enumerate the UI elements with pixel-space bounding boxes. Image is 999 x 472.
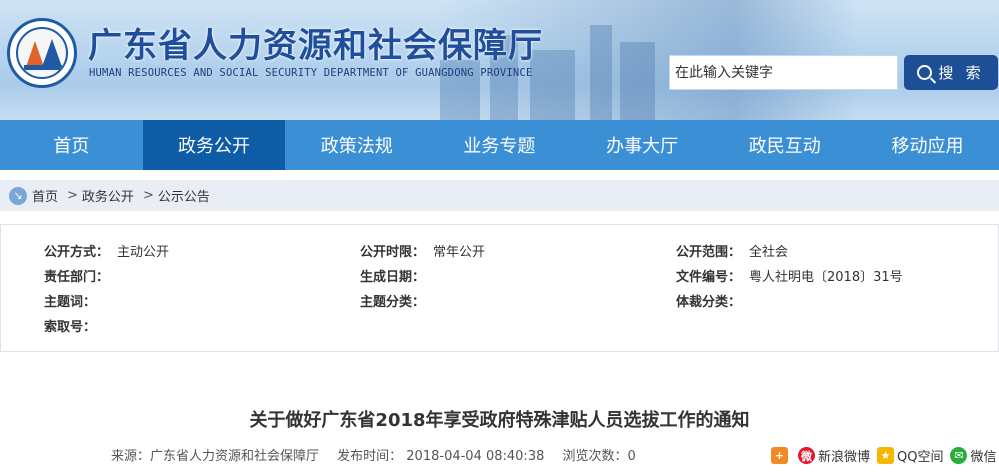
info-key: 生成日期： [360,270,426,285]
nav-item-mobile[interactable]: 移动应用 [856,120,999,170]
share-more-button[interactable]: + [771,447,791,464]
share-wechat-button[interactable]: ✉ 微信 [950,446,997,465]
nav-item-label: 政策法规 [320,136,393,157]
breadcrumb-home[interactable]: 首页 [32,186,58,205]
info-row: 索取号： [1,316,999,336]
info-field-index-number: 索取号： [44,316,104,335]
breadcrumb-separator: > [67,188,78,203]
info-value: 全社会 [749,245,789,260]
info-key: 主题分类： [360,295,426,310]
nav-item-label: 政民互动 [748,136,821,157]
nav-item-label: 办事大厅 [606,136,679,157]
info-field-disclosure-method: 公开方式： 主动公开 [44,241,169,260]
share-plus-icon: + [771,447,788,464]
site-subtitle: HUMAN RESOURCES AND SOCIAL SECURITY DEPA… [89,67,533,79]
logo-peak-blue [42,39,62,67]
info-field-disclosure-period: 公开时限： 常年公开 [360,241,485,260]
skyline-building [620,42,655,120]
article-meta: 来源：广东省人力资源和社会保障厅 发布时间： 2018-04-04 08:40:… [111,445,650,464]
info-value: 粤人社明电〔2018〕31号 [749,270,903,285]
info-key: 索取号： [44,320,97,335]
info-field-genre-category: 体裁分类： [676,291,749,310]
info-row: 责任部门： 生成日期： 文件编号： 粤人社明电〔2018〕31号 [1,266,999,286]
nav-item-interaction[interactable]: 政民互动 [713,120,856,170]
article-publish-time: 发布时间： 2018-04-04 08:40:38 [337,449,545,464]
info-key: 体裁分类： [676,295,742,310]
skyline-building [590,25,612,120]
article-title: 关于做好广东省2018年享受政府特殊津贴人员选拔工作的通知 [249,410,750,431]
search-input[interactable] [669,55,898,90]
info-field-creation-date: 生成日期： [360,266,433,285]
qzone-icon: ★ [877,447,895,464]
nav-item-topics[interactable]: 业务专题 [428,120,571,170]
share-weibo-button[interactable]: 微 新浪微博 [798,446,870,465]
logo-emblem [16,27,68,79]
nav-item-label: 首页 [53,136,90,157]
nav-item-label: 移动应用 [891,136,964,157]
info-key: 公开范围： [676,245,742,260]
weibo-icon: 微 [798,447,815,464]
share-label: 新浪微博 [818,450,871,465]
breadcrumb-separator: > [142,188,154,203]
nav-item-label: 业务专题 [463,136,536,157]
share-label: 微信 [970,450,997,465]
share-qzone-button[interactable]: ★ QQ空间 [877,446,943,465]
nav-item-policies[interactable]: 政策法规 [285,120,428,170]
wechat-icon: ✉ [950,447,968,464]
info-field-document-number: 文件编号： 粤人社明电〔2018〕31号 [676,266,903,285]
nav-item-service-hall[interactable]: 办事大厅 [571,120,714,170]
document-info-box: 公开方式： 主动公开 公开时限： 常年公开 公开范围： 全社会 责任部门： 生成日期：… [0,224,999,352]
info-row: 公开方式： 主动公开 公开时限： 常年公开 公开范围： 全社会 [1,241,999,261]
breadcrumb-gov-affairs[interactable]: 政务公开 [82,186,134,205]
department-logo[interactable] [7,18,77,88]
breadcrumb: ↘ 首页 > 政务公开 > 公示公告 [0,180,999,211]
info-value: 常年公开 [433,245,486,260]
info-row: 主题词： 主题分类： 体裁分类： [1,291,999,311]
info-key: 文件编号： [676,270,742,285]
search-button-label: 搜 索 [938,65,985,82]
nav-item-label: 政务公开 [178,136,251,157]
info-key: 主题词： [44,295,97,310]
article-source: 来源：广东省人力资源和社会保障厅 [111,449,320,464]
breadcrumb-notices[interactable]: 公示公告 [158,186,210,205]
home-arrow-icon: ↘ [9,186,27,205]
search-button[interactable]: 搜 索 [904,55,998,90]
info-field-subject-words: 主题词： [44,291,104,310]
main-nav: 首页 政务公开 政策法规 业务专题 办事大厅 政民互动 移动应用 [0,120,999,170]
site-header: 广东省人力资源和社会保障厅 HUMAN RESOURCES AND SOCIAL… [0,0,999,120]
info-field-disclosure-scope: 公开范围： 全社会 [676,241,788,260]
info-key: 公开方式： [44,245,110,260]
info-key: 公开时限： [360,245,426,260]
share-bar: + 微 新浪微博 ★ QQ空间 ✉ 微信 [771,446,999,465]
info-key: 责任部门： [44,270,110,285]
site-title[interactable]: 广东省人力资源和社会保障厅 [88,18,543,67]
logo-base [24,65,62,70]
info-field-subject-category: 主题分类： [360,291,433,310]
nav-item-home[interactable]: 首页 [0,120,143,170]
info-value: 主动公开 [117,245,170,260]
search-icon [917,65,933,80]
article-views: 浏览次数：0 [562,449,636,464]
info-field-department: 责任部门： [44,266,117,285]
nav-item-gov-affairs[interactable]: 政务公开 [142,120,286,170]
share-label: QQ空间 [897,450,944,465]
